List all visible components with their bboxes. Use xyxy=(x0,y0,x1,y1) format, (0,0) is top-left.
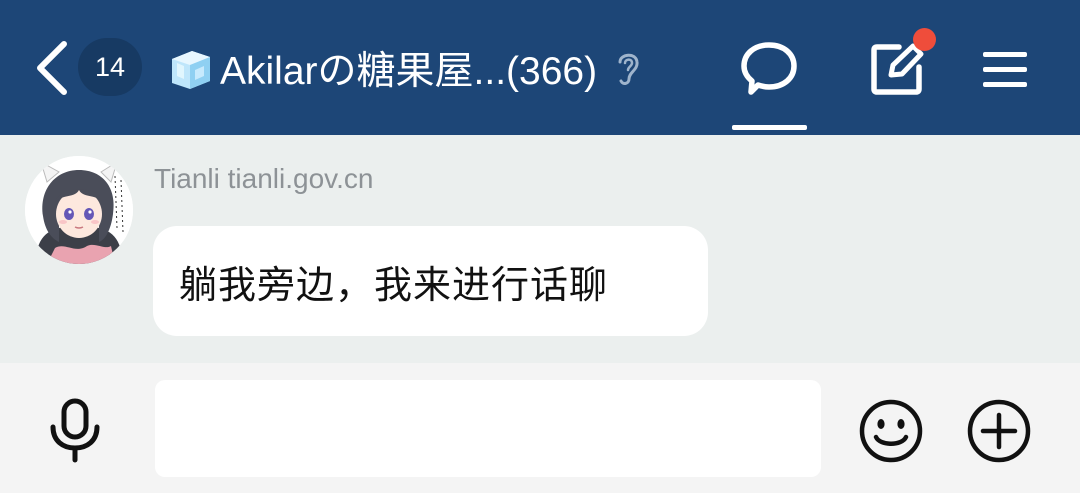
sender-avatar[interactable] xyxy=(25,156,133,264)
more-options-button[interactable] xyxy=(966,398,1032,464)
anime-avatar-image xyxy=(25,156,133,264)
voice-button[interactable] xyxy=(44,397,106,463)
menu-button[interactable] xyxy=(970,30,1040,108)
notification-dot xyxy=(913,28,936,51)
chevron-left-icon xyxy=(37,41,67,95)
message-text: 躺我旁边，我来进行话聊 xyxy=(179,262,609,307)
smiley-icon xyxy=(859,399,923,463)
chat-bubble-icon xyxy=(741,42,797,95)
ice-cube-icon xyxy=(172,51,210,89)
plus-circle-icon xyxy=(967,399,1031,463)
sender-name: Tianli tianli.gov.cn xyxy=(154,163,374,194)
unread-count-badge[interactable]: 14 xyxy=(78,38,142,96)
message-input[interactable] xyxy=(155,380,821,477)
active-tab-indicator xyxy=(732,125,807,130)
group-title-area[interactable]: Akilarの糖果屋...(366) xyxy=(168,40,643,96)
microphone-icon xyxy=(50,398,100,463)
ear-icon[interactable] xyxy=(613,48,643,88)
emoji-button[interactable] xyxy=(858,398,924,464)
hamburger-menu-icon xyxy=(983,52,1027,87)
chat-tab-button[interactable] xyxy=(730,30,808,108)
group-title: Akilarの糖果屋...(366) xyxy=(220,50,598,93)
back-button[interactable] xyxy=(30,38,74,98)
chat-header: 14 Akilarの糖果屋...(366) xyxy=(0,0,1080,135)
message-bubble[interactable]: 躺我旁边，我来进行话聊 xyxy=(153,226,708,336)
edit-square-icon xyxy=(871,43,924,95)
